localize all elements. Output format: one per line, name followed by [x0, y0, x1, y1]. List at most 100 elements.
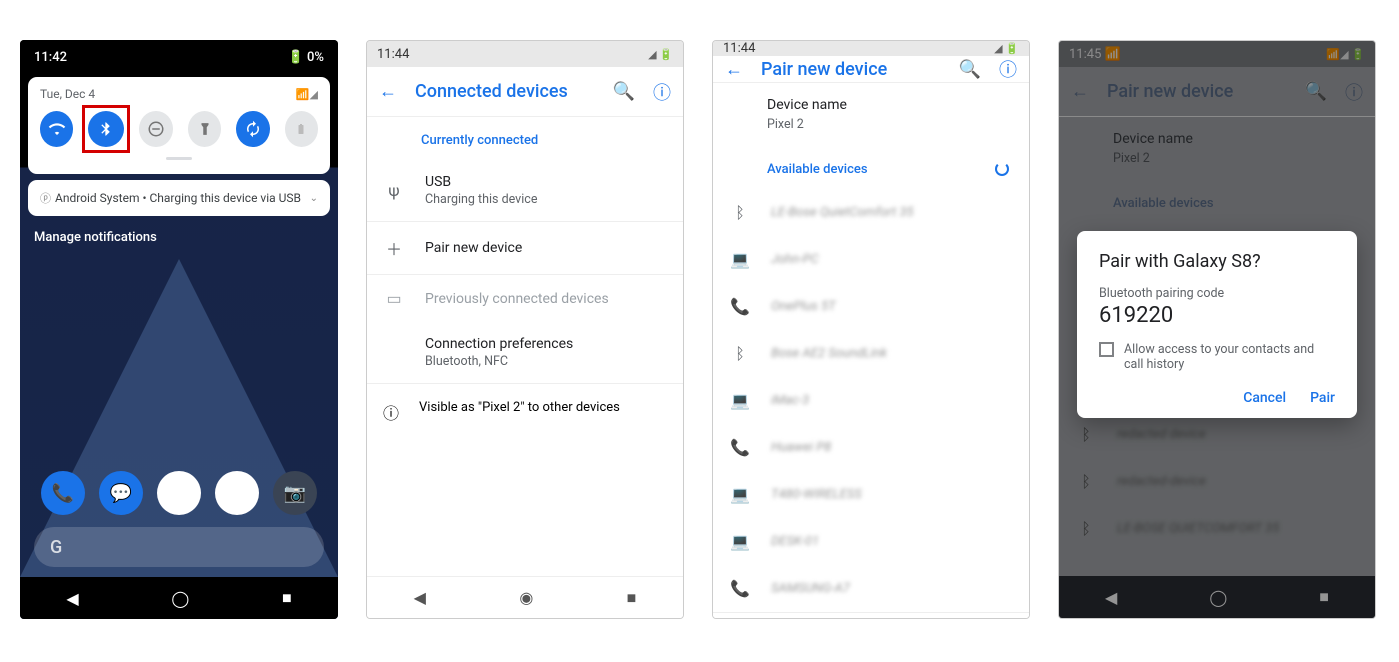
device-row[interactable]: ᛒ Bose AE2 SoundLink [713, 330, 1029, 377]
quick-settings-panel: Tue, Dec 4 📶◢ [28, 77, 330, 174]
status-icons: ◢ 🔋 [994, 42, 1019, 55]
home-button[interactable]: ◉ [865, 614, 879, 620]
status-bar: 11:42 🔋 0% [20, 40, 338, 71]
home-button[interactable]: ◉ [519, 588, 533, 607]
redacted-device: LE-Bose QuietComfort 35 [771, 205, 914, 220]
cancel-button[interactable]: Cancel [1243, 390, 1286, 406]
redacted-device: Huawei P8 [771, 440, 831, 455]
redacted-device: iMac-3 [771, 393, 809, 408]
phone-icon: 📞 [729, 438, 751, 457]
drag-handle[interactable] [166, 157, 192, 160]
recents-button[interactable]: ■ [282, 588, 292, 608]
play-store-icon[interactable]: ▶ [157, 471, 201, 515]
device-row[interactable]: 💻 T480-WIRELESS [713, 471, 1029, 518]
status-bar: 11:44 ◢ 🔋 [713, 41, 1029, 56]
device-row[interactable]: 📞SAMSUNG-A7 [713, 565, 1029, 612]
nav-bar: ◀ ◉ ■ [713, 612, 1029, 619]
devices-icon: ▭ [383, 289, 405, 308]
google-search-pill[interactable]: G [34, 527, 324, 567]
screen-3-pair-new-device: 11:44 ◢ 🔋 ← Pair new device 🔍 ⓘ Device n… [712, 40, 1030, 619]
pref-label: Connection preferences [425, 336, 667, 352]
back-button[interactable]: ◀ [760, 614, 772, 620]
screen-1-quicksettings: 11:42 🔋 0% Tue, Dec 4 📶◢ ⓟ Android [20, 40, 338, 619]
usb-sub: Charging this device [425, 192, 667, 207]
chrome-icon[interactable]: ◎ [215, 471, 259, 515]
laptop-icon: 💻 [729, 391, 751, 410]
back-button[interactable]: ◀ [414, 588, 426, 607]
flashlight-tile[interactable] [188, 111, 221, 147]
nav-bar: ◀ ◉ ■ [367, 576, 683, 618]
messages-app-icon[interactable]: 💬 [99, 471, 143, 515]
help-icon[interactable]: ⓘ [999, 56, 1017, 82]
pairing-code: 619220 [1099, 303, 1335, 328]
pair-dialog: Pair with Galaxy S8? Bluetooth pairing c… [1077, 231, 1357, 418]
device-row[interactable]: ᛒLE-Bose QuietComfort 35 [713, 189, 1029, 236]
battery-status: 🔋 0% [288, 50, 324, 65]
home-button[interactable]: ◯ [171, 589, 189, 608]
bluetooth-icon: ᛒ [729, 344, 751, 363]
redacted-device: OnePlus 5T [771, 299, 836, 314]
device-name-value: Pixel 2 [767, 117, 804, 132]
bluetooth-tile[interactable] [88, 111, 124, 147]
signal-icons: 📶◢ [296, 88, 318, 101]
help-icon[interactable]: ⓘ [653, 79, 671, 105]
redacted-device: John-PC [771, 252, 819, 267]
dialog-title: Pair with Galaxy S8? [1099, 251, 1335, 272]
usb-label: USB [425, 174, 667, 190]
recents-button[interactable]: ■ [973, 613, 983, 619]
device-row[interactable]: 📞 OnePlus 5T [713, 283, 1029, 330]
checkbox-label: Allow access to your contacts and call h… [1124, 342, 1335, 372]
back-button[interactable]: ◀ [66, 589, 78, 608]
redacted-device: T480-WIRELESS [771, 487, 862, 502]
status-bar: 11:44 ◢ 🔋 [367, 41, 683, 67]
pair-button[interactable]: Pair [1310, 390, 1335, 406]
dnd-tile[interactable] [139, 111, 172, 147]
device-row[interactable]: 💻John-PC [713, 236, 1029, 283]
row-previously-connected[interactable]: ▭ Previously connected devices [367, 275, 683, 322]
row-pair-new-device[interactable]: ＋ Pair new device [367, 222, 683, 275]
camera-icon[interactable]: 📷 [273, 471, 317, 515]
nav-bar: ◀ ◯ ■ [20, 577, 338, 619]
bluetooth-highlight [82, 105, 130, 153]
back-arrow-icon[interactable]: ← [379, 81, 397, 102]
search-icon[interactable]: 🔍 [613, 81, 635, 102]
toolbar: ← Pair new device 🔍 ⓘ [713, 56, 1029, 83]
status-icons: ◢ 🔋 [648, 48, 673, 61]
checkbox-icon[interactable] [1099, 342, 1114, 357]
dialog-subtitle: Bluetooth pairing code [1099, 286, 1335, 301]
phone-app-icon[interactable]: 📞 [41, 471, 85, 515]
prev-label: Previously connected devices [425, 291, 667, 307]
row-usb[interactable]: ψ USB Charging this device [367, 160, 683, 222]
notification-android-system[interactable]: ⓟ Android System • Charging this device … [28, 180, 330, 216]
section-available: Available devices [713, 146, 1029, 189]
screen-2-connected-devices: 11:44 ◢ 🔋 ← Connected devices 🔍 ⓘ Curren… [366, 40, 684, 619]
row-connection-preferences[interactable]: Connection preferences Bluetooth, NFC [367, 322, 683, 383]
wifi-tile[interactable] [40, 111, 73, 147]
modal-overlay: Pair with Galaxy S8? Bluetooth pairing c… [1059, 41, 1375, 618]
back-arrow-icon[interactable]: ← [725, 59, 743, 80]
device-row[interactable]: 💻 iMac-3 [713, 377, 1029, 424]
page-title: Connected devices [415, 81, 595, 102]
device-row[interactable]: 💻DESK-01 [713, 518, 1029, 565]
usb-icon: ψ [383, 181, 405, 200]
laptop-icon: 💻 [729, 485, 751, 504]
redacted-device: Bose AE2 SoundLink [771, 346, 887, 361]
device-row[interactable]: 📞 Huawei P8 [713, 424, 1029, 471]
clock: 11:44 [377, 47, 409, 62]
chevron-down-icon: ⌄ [310, 193, 318, 204]
visible-text: Visible as "Pixel 2" to other devices [419, 400, 620, 415]
row-device-name[interactable]: Device name Pixel 2 [713, 83, 1029, 146]
search-icon[interactable]: 🔍 [959, 59, 981, 80]
contacts-checkbox-row[interactable]: Allow access to your contacts and call h… [1099, 342, 1335, 372]
pair-label: Pair new device [425, 240, 667, 256]
notif-text: Android System • Charging this device vi… [55, 191, 306, 205]
date-label: Tue, Dec 4 [40, 87, 95, 101]
pref-sub: Bluetooth, NFC [425, 354, 667, 369]
rotation-tile[interactable] [236, 111, 269, 147]
recents-button[interactable]: ■ [627, 588, 637, 608]
phone-icon: 📞 [729, 297, 751, 316]
battery-tile[interactable] [285, 111, 318, 147]
manage-notifications-link[interactable]: Manage notifications [34, 230, 324, 245]
google-g-icon: G [50, 537, 62, 558]
laptop-icon: 💻 [729, 532, 751, 551]
